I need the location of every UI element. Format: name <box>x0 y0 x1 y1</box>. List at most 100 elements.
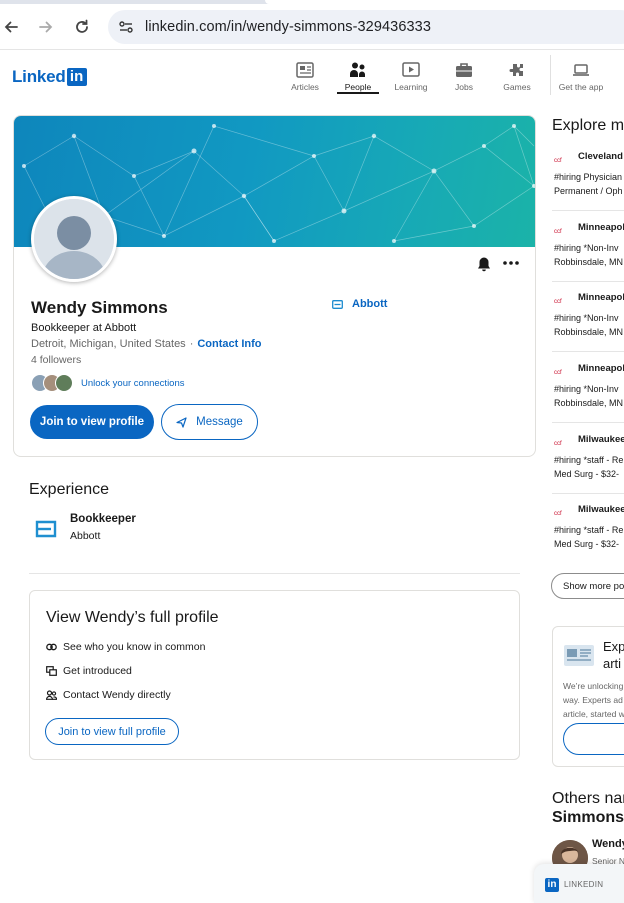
forward-arrow-icon <box>39 21 53 33</box>
connections-row[interactable]: Unlock your connections <box>31 373 185 393</box>
expert-body-line: We’re unlocking <box>563 681 624 691</box>
svg-text:ccf: ccf <box>554 299 562 304</box>
job-title: Milwaukee <box>578 434 624 445</box>
profile-name: Wendy Simmons <box>31 298 168 317</box>
company-logo-icon: ccf <box>554 158 562 163</box>
reload-button[interactable] <box>71 16 93 38</box>
join-full-profile-button[interactable]: Join to view full profile <box>45 718 179 745</box>
learning-icon <box>402 62 420 77</box>
nav-active-indicator <box>337 92 379 94</box>
join-to-view-profile-button[interactable]: Join to view profile <box>30 405 154 439</box>
abbott-logo-icon[interactable] <box>34 519 58 539</box>
expert-cta-button[interactable] <box>563 723 624 755</box>
job-divider <box>552 281 624 282</box>
location-line: Detroit, Michigan, United States · Contact… <box>31 338 262 350</box>
company-logo-icon: ccf <box>554 511 562 516</box>
job-title: Minneapol <box>578 363 624 374</box>
company-logo-icon: ccf <box>554 370 562 375</box>
explore-heading: Explore mo <box>552 117 624 134</box>
perk-label: See who you know in common <box>63 641 206 653</box>
expert-articles-card: Exp arti We’re unlocking way. Experts ad… <box>552 626 624 767</box>
games-icon <box>509 64 523 76</box>
job-title: Minneapol <box>578 222 624 233</box>
job-location: Robbinsdale, MN <box>554 398 624 408</box>
current-company[interactable]: Abbott <box>332 298 387 310</box>
connection-avatar <box>55 374 73 392</box>
svg-text:ccf: ccf <box>554 229 562 234</box>
back-arrow-icon <box>4 21 18 33</box>
message-button[interactable]: Message <box>161 404 258 440</box>
job-divider <box>552 422 624 423</box>
nav-label: Jobs <box>455 82 473 92</box>
linkedin-app-bar[interactable]: in LINKEDIN <box>534 864 624 903</box>
profile-avatar[interactable] <box>31 196 117 282</box>
separator: · <box>189 338 194 350</box>
articles-icon <box>296 62 314 78</box>
expert-body-line: way. Experts ad <box>563 695 623 705</box>
nav-divider <box>550 55 551 95</box>
full-profile-title: View Wendy’s full profile <box>46 609 219 626</box>
job-location: Med Surg - $32- <box>554 539 620 549</box>
svg-text:ccf: ccf <box>554 370 562 375</box>
message-label: Message <box>196 416 243 428</box>
job-title: Milwaukee <box>578 504 624 515</box>
perk-contact: Contact Wendy directly <box>46 689 171 701</box>
job-description: #hiring *Non-Inv <box>554 243 619 253</box>
expert-heading-1: Exp <box>603 639 624 654</box>
svg-text:ccf: ccf <box>554 511 562 516</box>
unlock-connections-link[interactable]: Unlock your connections <box>81 378 185 389</box>
job-title: Cleveland j <box>578 151 624 162</box>
experience-company: Abbott <box>70 530 101 542</box>
perk-label: Contact Wendy directly <box>63 689 171 701</box>
address-bar[interactable]: linkedin.com/in/wendy-simmons-329436333 <box>108 10 624 44</box>
linkedin-header: Linked in Articles People Learning Jobs G… <box>0 51 624 101</box>
nav-people[interactable]: People <box>332 61 384 93</box>
nav-label: Articles <box>291 82 319 92</box>
expert-heading-2: arti <box>603 656 622 671</box>
job-title: Minneapol <box>578 292 624 303</box>
full-profile-box: View Wendy’s full profile See who you kn… <box>29 590 520 760</box>
nav-games[interactable]: Games <box>491 61 543 93</box>
job-location: Robbinsdale, MN <box>554 257 624 267</box>
nav-articles[interactable]: Articles <box>279 61 331 93</box>
followers-count: 4 followers <box>31 354 82 366</box>
job-description: #hiring Physician <box>554 172 623 182</box>
nav-get-the-app[interactable]: Get the app <box>555 61 607 93</box>
svg-text:ccf: ccf <box>554 158 562 163</box>
back-button[interactable] <box>0 16 22 38</box>
experience-role[interactable]: Bookkeeper <box>70 513 136 525</box>
nav-jobs[interactable]: Jobs <box>438 61 490 93</box>
perk-introduced: Get introduced <box>46 665 132 677</box>
expert-body-line: article, started w <box>563 709 624 719</box>
forward-button[interactable] <box>35 16 57 38</box>
perk-label: Get introduced <box>63 665 132 677</box>
job-description: #hiring *Non-Inv <box>554 313 619 323</box>
other-person-name: Wendy <box>592 838 624 850</box>
bell-icon[interactable] <box>476 256 492 272</box>
contact-info-link[interactable]: Contact Info <box>197 338 261 350</box>
others-named-heading: Others nar <box>552 790 624 807</box>
reload-icon <box>76 19 88 33</box>
site-settings-icon[interactable] <box>118 19 134 35</box>
others-named-surname: Simmons <box>552 809 624 826</box>
nav-learning[interactable]: Learning <box>385 61 437 93</box>
job-item[interactable]: ccf Milwaukee #hiring *staff - Re Med Su… <box>552 504 624 574</box>
nav-label: Get the app <box>558 82 604 92</box>
company-logo-icon: ccf <box>554 299 562 304</box>
job-location: Med Surg - $32- <box>554 469 620 479</box>
more-options-icon[interactable] <box>502 260 520 266</box>
expert-body: We’re unlocking way. Experts ad article,… <box>563 679 624 721</box>
company-logo-icon <box>332 299 343 309</box>
job-divider <box>552 210 624 211</box>
browser-toolbar: linkedin.com/in/wendy-simmons-329436333 <box>0 4 624 50</box>
section-divider <box>29 573 520 574</box>
job-divider <box>552 493 624 494</box>
show-more-button[interactable]: Show more po <box>551 573 624 599</box>
logo-box: in <box>66 68 87 86</box>
linkedin-logo[interactable]: Linked in <box>12 66 87 88</box>
job-location: Robbinsdale, MN <box>554 327 624 337</box>
send-icon <box>176 416 187 428</box>
profile-card: Wendy Simmons Bookkeeper at Abbott Detro… <box>13 115 536 457</box>
job-divider <box>552 351 624 352</box>
nav-label: Learning <box>394 82 428 92</box>
